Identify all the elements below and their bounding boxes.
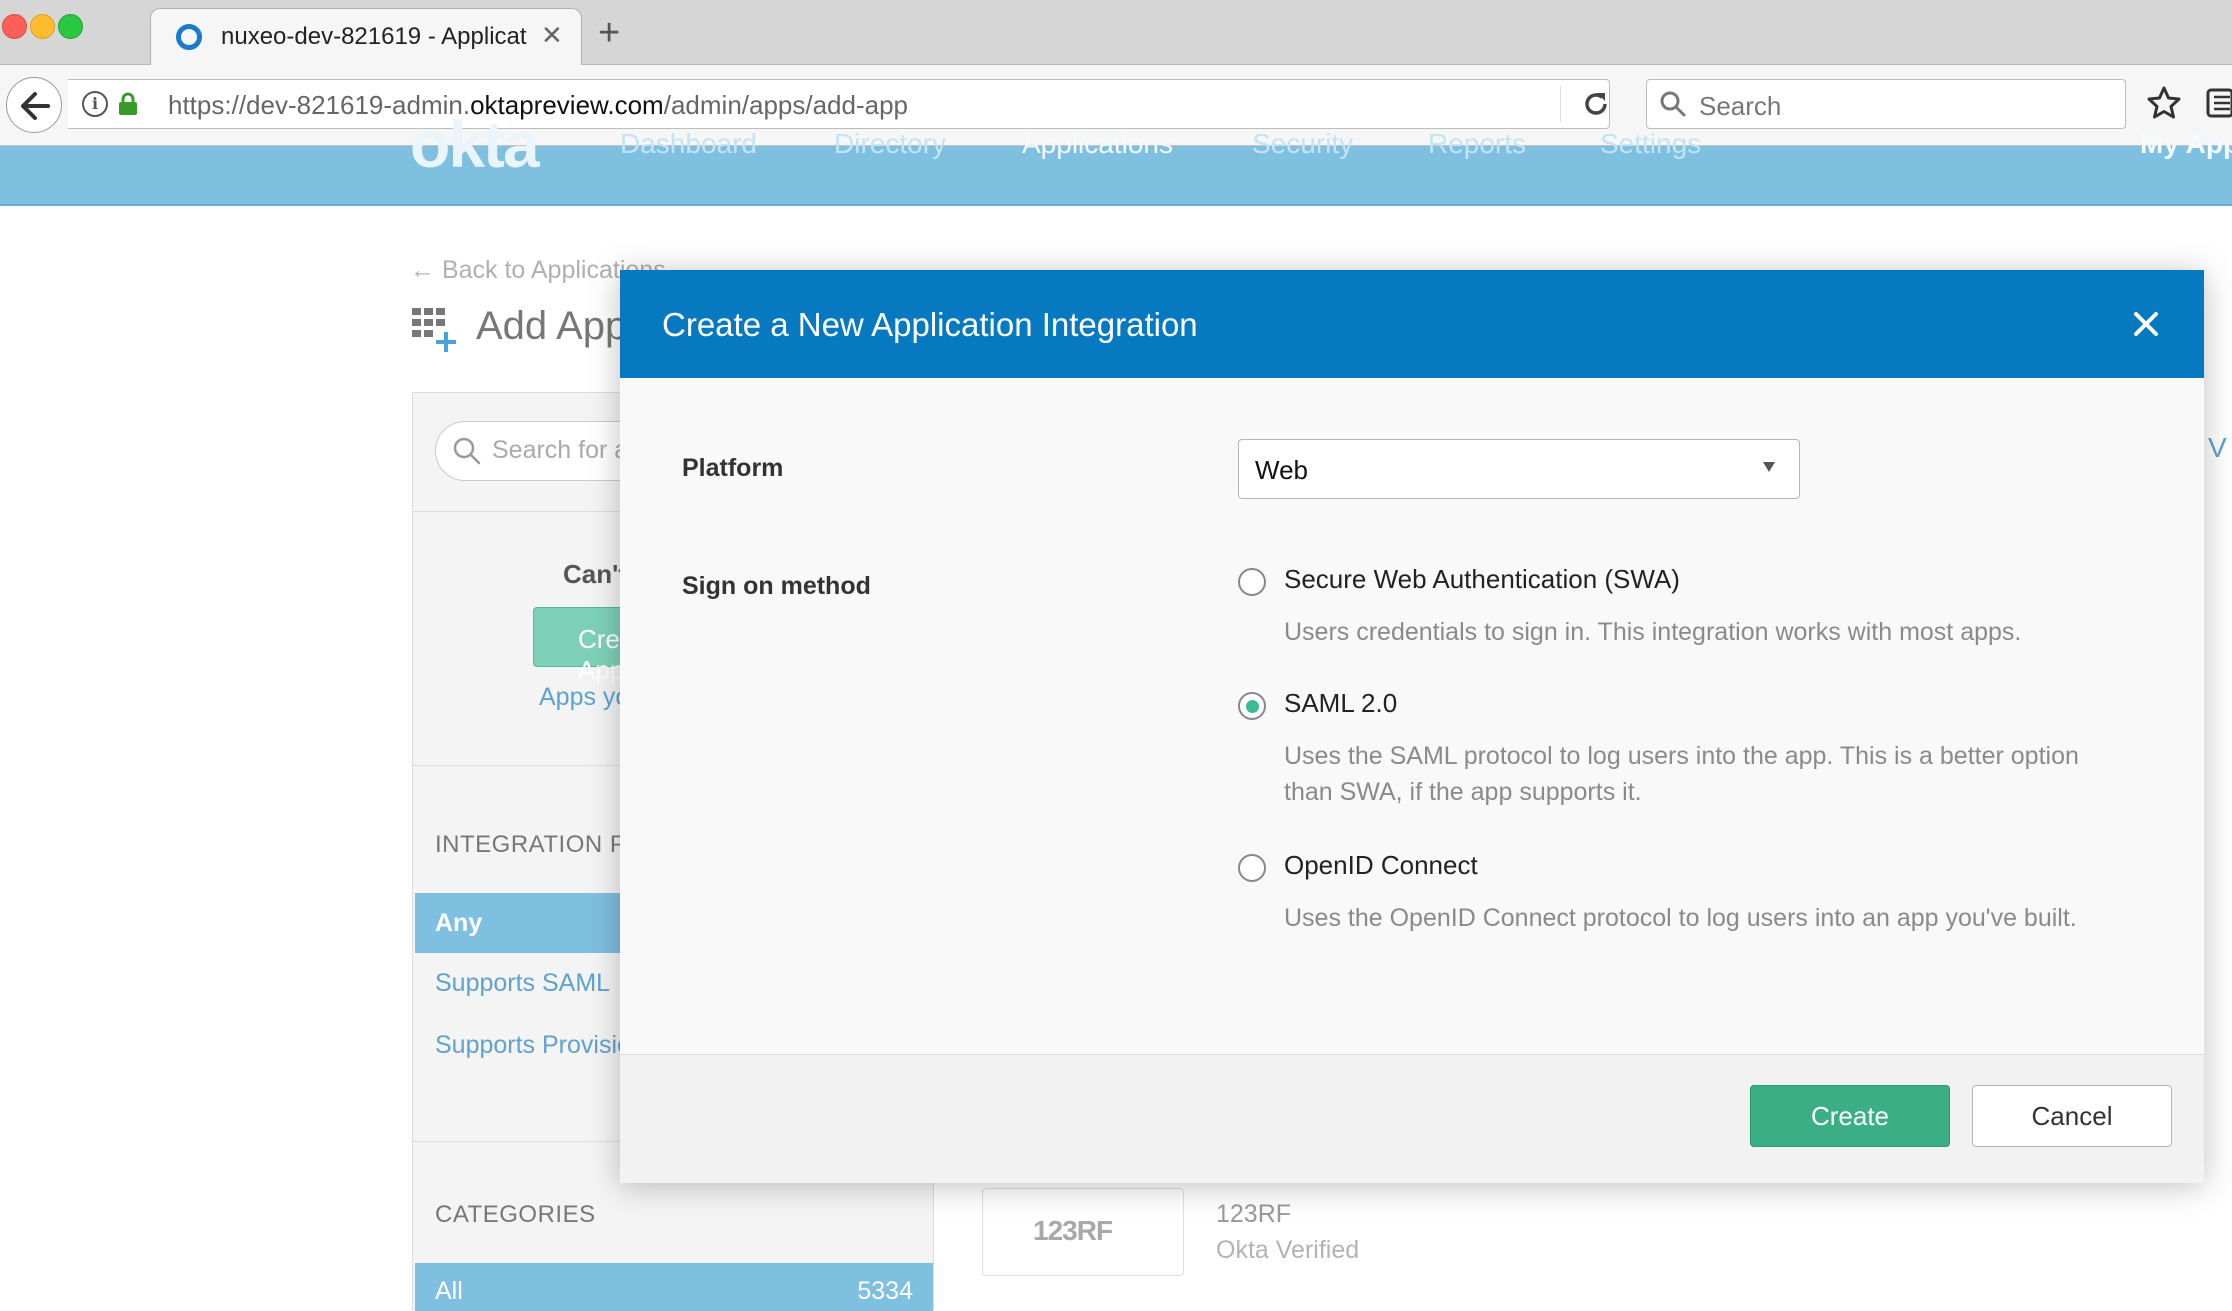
sign-on-method-label: Sign on method [682, 572, 871, 600]
option-swa-label[interactable]: Secure Web Authentication (SWA) [1284, 564, 1680, 595]
reload-icon[interactable] [1580, 88, 1612, 120]
back-arrow-icon [21, 92, 50, 120]
dialog-header: Create a New Application Integration [620, 270, 2204, 378]
filter-any-label: Any [435, 909, 483, 937]
create-button[interactable]: Create [1750, 1085, 1950, 1147]
category-all[interactable]: All 5334 [415, 1263, 933, 1311]
tab-close-icon[interactable]: ✕ [541, 20, 563, 51]
search-icon [453, 437, 481, 465]
radio-saml[interactable] [1238, 692, 1266, 720]
okta-top-nav: okta Dashboard Directory Applications Se… [0, 107, 2232, 206]
option-openid-connect-description: Uses the OpenID Connect protocol to log … [1284, 904, 2077, 932]
app-logo-text: 123RF [1033, 1215, 1113, 1246]
nav-my-apps[interactable]: My App [2140, 128, 2232, 160]
back-button[interactable] [6, 77, 62, 133]
okta-favicon-icon [176, 24, 202, 50]
search-placeholder: Search [1699, 91, 1782, 121]
new-tab-icon[interactable]: + [598, 14, 620, 52]
search-icon [1660, 91, 1686, 117]
lock-icon [119, 92, 137, 115]
platform-select[interactable]: Web [1238, 439, 1800, 499]
cancel-button[interactable]: Cancel [1972, 1085, 2172, 1147]
bookmark-star-icon[interactable] [2146, 85, 2182, 121]
category-all-count: 5334 [857, 1277, 913, 1305]
info-icon[interactable]: i [82, 91, 108, 117]
app-name[interactable]: 123RF [1216, 1200, 1291, 1229]
option-saml-description: Uses the SAML protocol to log users into… [1284, 742, 2079, 806]
nav-settings[interactable]: Settings [1600, 128, 1701, 160]
option-swa-description: Users credentials to sign in. This integ… [1284, 618, 2022, 646]
okta-logo: okta [410, 107, 540, 181]
dialog-title: Create a New Application Integration [662, 306, 1198, 343]
maximize-window-button[interactable] [58, 14, 83, 39]
close-icon[interactable] [2128, 306, 2164, 342]
platform-selected-value: Web [1255, 455, 1308, 485]
tab-title: nuxeo-dev-821619 - Applicat [221, 23, 527, 50]
nav-applications[interactable]: Applications [1022, 128, 1173, 160]
filter-supports-saml[interactable]: Supports SAML [435, 969, 610, 998]
browser-tab[interactable]: nuxeo-dev-821619 - Applicat ✕ [150, 8, 582, 66]
nav-directory[interactable]: Directory [834, 128, 946, 160]
minimize-window-button[interactable] [30, 14, 55, 39]
browser-search-input[interactable]: Search [1646, 79, 2126, 129]
option-openid-connect-label[interactable]: OpenID Connect [1284, 850, 1478, 881]
categories-heading: CATEGORIES [435, 1201, 596, 1228]
url-text: https://dev-821619-admin.oktapreview.com… [168, 90, 909, 120]
dialog-footer: Create Cancel [620, 1054, 2204, 1183]
nav-security[interactable]: Security [1252, 128, 1353, 160]
option-saml-label[interactable]: SAML 2.0 [1284, 688, 1397, 719]
address-bar[interactable]: i https://dev-821619-admin.oktapreview.c… [68, 79, 1610, 129]
chevron-down-icon [1763, 462, 1775, 472]
reading-list-icon[interactable] [2206, 87, 2232, 119]
nav-reports[interactable]: Reports [1428, 128, 1526, 160]
platform-label: Platform [682, 454, 784, 482]
app-verified-status: Okta Verified [1216, 1236, 1360, 1264]
browser-tab-bar: nuxeo-dev-821619 - Applicat ✕ + [0, 0, 2232, 66]
close-window-button[interactable] [2, 14, 27, 39]
url-divider [1560, 86, 1561, 122]
nav-dashboard[interactable]: Dashboard [620, 128, 757, 160]
category-all-label: All [435, 1277, 463, 1305]
radio-openid-connect[interactable] [1238, 854, 1266, 882]
create-app-integration-dialog: Create a New Application Integration Pla… [620, 270, 2204, 1183]
app-logo-123rf[interactable]: 123RF [982, 1188, 1184, 1276]
view-link-partial[interactable]: V [2208, 432, 2227, 464]
radio-selected-dot [1246, 700, 1259, 713]
radio-swa[interactable] [1238, 568, 1266, 596]
add-app-grid-icon [412, 308, 456, 352]
